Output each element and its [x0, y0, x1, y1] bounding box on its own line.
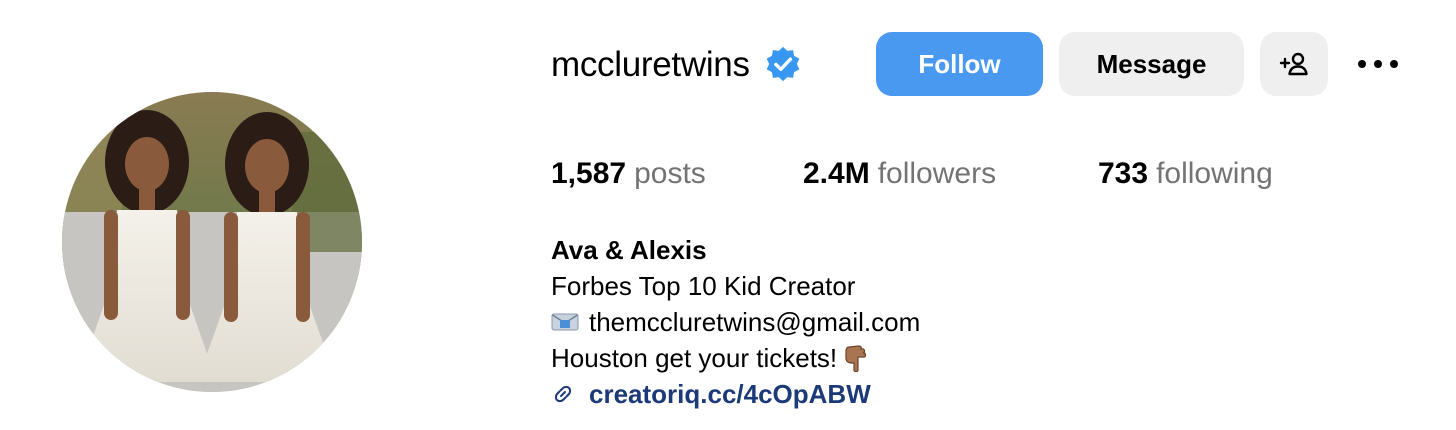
- bio-line-title: Forbes Top 10 Kid Creator: [551, 271, 856, 301]
- message-button[interactable]: Message: [1059, 32, 1244, 96]
- bio-link-row[interactable]: creatoriq.cc/4cOpABW: [551, 376, 920, 412]
- avatar-photo: [62, 92, 362, 392]
- bio-tickets-text: Houston get your tickets!: [551, 343, 838, 373]
- following-value: 733: [1098, 157, 1149, 190]
- verified-badge-icon: [764, 45, 802, 83]
- more-options-button[interactable]: [1348, 32, 1408, 96]
- link-icon: [554, 385, 572, 403]
- bio-email: themccluretwins@gmail.com: [589, 307, 921, 337]
- followers-value: 2.4M: [803, 157, 870, 190]
- envelope-icon: [551, 313, 579, 331]
- following-label: following: [1156, 157, 1273, 190]
- posts-value: 1,587: [551, 157, 627, 190]
- profile-header: mccluretwins: [551, 32, 802, 96]
- username: mccluretwins: [551, 44, 750, 84]
- bio-line-tickets: Houston get your tickets!: [551, 340, 920, 376]
- posts-count: 1,587 posts: [551, 152, 706, 196]
- posts-label: posts: [634, 157, 706, 190]
- following-link[interactable]: 733 following: [1098, 152, 1273, 196]
- follow-button[interactable]: Follow: [876, 32, 1043, 96]
- bio-line-email: themccluretwins@gmail.com: [551, 304, 920, 340]
- followers-label: followers: [877, 157, 997, 190]
- profile-avatar[interactable]: [62, 92, 362, 392]
- suggest-similar-button[interactable]: [1260, 32, 1328, 96]
- followers-link[interactable]: 2.4M followers: [803, 152, 996, 196]
- profile-bio: Ava & Alexis Forbes Top 10 Kid Creator t…: [551, 232, 920, 412]
- pointing-down-emoji-icon: [845, 345, 867, 373]
- profile-display-name: Ava & Alexis: [551, 235, 707, 265]
- bio-external-link[interactable]: creatoriq.cc/4cOpABW: [589, 376, 871, 412]
- add-user-icon: [1279, 52, 1308, 76]
- more-options-icon: [1358, 60, 1398, 68]
